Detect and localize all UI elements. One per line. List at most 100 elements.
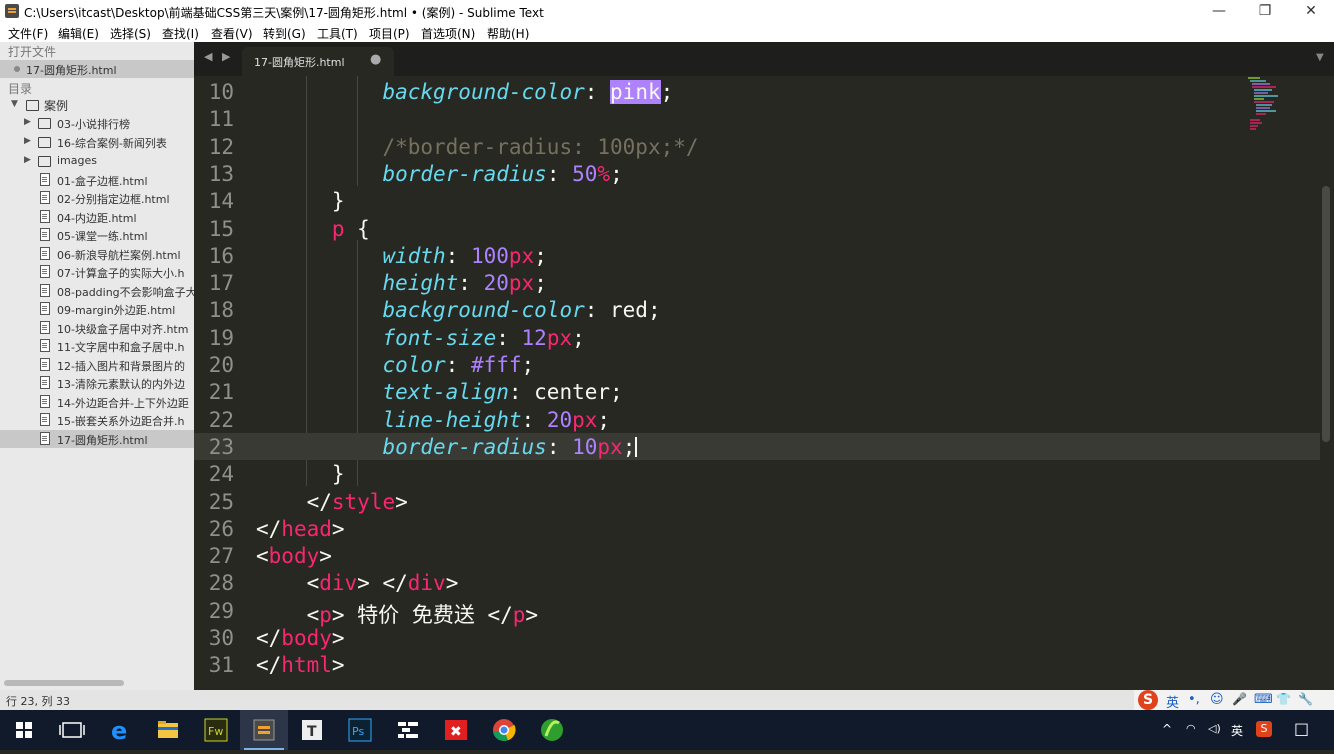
ime-voice-icon[interactable]: 🎤	[1232, 692, 1247, 706]
ime-skin-icon[interactable]: 👕	[1276, 692, 1291, 706]
folders-heading: 目录	[8, 82, 33, 96]
code-tool-taskbar-button[interactable]	[384, 710, 432, 750]
file-item[interactable]: 08-padding不会影响盒子大	[0, 282, 194, 300]
menu-tools[interactable]: 工具(T)	[317, 25, 358, 42]
minimap[interactable]	[1246, 76, 1286, 146]
xmind-taskbar-button[interactable]: ✖	[432, 710, 480, 750]
folder-item[interactable]: ▶ 03-小说排行榜	[0, 114, 194, 132]
folder-label: 03-小说排行榜	[57, 118, 130, 131]
menu-preferences[interactable]: 首选项(N)	[421, 25, 475, 42]
task-view-button[interactable]	[48, 710, 96, 750]
file-item[interactable]: 14-外边距合并-上下外边距	[0, 393, 194, 411]
file-item[interactable]: 15-嵌套关系外边距合并.h	[0, 411, 194, 429]
start-button[interactable]	[0, 710, 48, 750]
code-line[interactable]: 21 text-align: center;	[194, 378, 1320, 405]
code-line[interactable]: 31 </html>	[194, 651, 1320, 678]
typora-taskbar-button[interactable]: T	[288, 710, 336, 750]
code-line[interactable]: 29 <p> 特价 免费送 </p>	[194, 597, 1320, 627]
code-token: %	[597, 161, 611, 186]
code-line[interactable]: 22 line-height: 20px;	[194, 406, 1320, 433]
file-item[interactable]: 05-课堂一练.html	[0, 226, 194, 244]
code-line[interactable]: 17 height: 20px;	[194, 269, 1320, 296]
code-line[interactable]: 16 width: 100px;	[194, 242, 1320, 269]
code-line[interactable]: 13 border-radius: 50%;	[194, 160, 1320, 187]
file-item[interactable]: 09-margin外边距.html	[0, 300, 194, 318]
file-item[interactable]: 06-新浪导航栏案例.html	[0, 245, 194, 263]
text-caret	[635, 436, 638, 457]
tray-chevron-icon[interactable]: ^	[1162, 722, 1172, 736]
code-line[interactable]: 11	[194, 105, 1320, 132]
minimize-button[interactable]: —	[1196, 0, 1242, 22]
code-line[interactable]: 18 background-color: red;	[194, 296, 1320, 323]
tab-17-rounded-rect[interactable]: 17-圆角矩形.html ●	[242, 47, 394, 76]
tab-menu-icon[interactable]: ▼	[1316, 52, 1324, 63]
folder-item[interactable]: ▶ images	[0, 152, 194, 170]
chrome-taskbar-button[interactable]	[480, 710, 528, 750]
folder-item[interactable]: ▶ 16-综合案例-新闻列表	[0, 133, 194, 151]
open-file-label: 17-圆角矩形.html	[26, 64, 117, 77]
menu-help[interactable]: 帮助(H)	[487, 25, 529, 42]
volume-icon[interactable]: ◁)	[1208, 722, 1221, 735]
code-editor[interactable]: 10 background-color: pink; 11 12 /*border-…	[194, 76, 1334, 690]
line-number: 15	[208, 216, 234, 241]
code-line[interactable]: 20 color: #fff;	[194, 351, 1320, 378]
close-button[interactable]: ✕	[1288, 0, 1334, 22]
file-item[interactable]: 12-插入图片和背景图片的	[0, 356, 194, 374]
green-browser-taskbar-button[interactable]	[528, 710, 576, 750]
sidebar-scrollbar[interactable]	[4, 680, 124, 686]
editor-scrollbar[interactable]	[1322, 186, 1330, 442]
tray-lang[interactable]: 英	[1231, 722, 1243, 739]
tab-dirty-icon[interactable]: ●	[370, 52, 381, 67]
file-item-active[interactable]: 17-圆角矩形.html	[0, 430, 194, 448]
ime-mode[interactable]: 英	[1166, 692, 1179, 711]
ime-punct-icon[interactable]: •,	[1188, 692, 1200, 707]
code-line[interactable]: 25 </style>	[194, 488, 1320, 515]
notification-icon[interactable]: □	[1294, 719, 1309, 738]
tab-nav-arrows[interactable]: ◀ ▶	[204, 50, 233, 63]
menu-edit[interactable]: 编辑(E)	[58, 25, 99, 42]
file-explorer-taskbar-button[interactable]	[144, 710, 192, 750]
code-text: text-align: center;	[256, 380, 622, 404]
file-icon	[40, 265, 50, 278]
file-item[interactable]: 10-块级盒子居中对齐.htm	[0, 319, 194, 337]
menu-file[interactable]: 文件(F)	[8, 25, 48, 42]
menu-project[interactable]: 项目(P)	[369, 25, 410, 42]
menu-selection[interactable]: 选择(S)	[110, 25, 151, 42]
folder-root[interactable]: ▼ 案例	[0, 96, 194, 114]
code-line[interactable]: 10 background-color: pink;	[194, 78, 1320, 105]
tray-sogou-icon[interactable]: S	[1256, 721, 1272, 737]
code-line[interactable]: 30 </body>	[194, 624, 1320, 651]
code-line[interactable]: 26 </head>	[194, 515, 1320, 542]
ime-keyboard-icon[interactable]: ⌨	[1254, 692, 1273, 707]
code-line[interactable]: 12 /*border-radius: 100px;*/	[194, 133, 1320, 160]
maximize-button[interactable]: ❐	[1242, 0, 1288, 22]
file-item[interactable]: 13-清除元素默认的内外边	[0, 374, 194, 392]
code-token: line-height	[382, 407, 522, 432]
network-icon[interactable]: ◠	[1186, 722, 1196, 735]
code-line[interactable]: 28 <div> </div>	[194, 569, 1320, 596]
sublime-taskbar-button[interactable]	[240, 710, 288, 750]
code-line[interactable]: 19 font-size: 12px;	[194, 324, 1320, 351]
file-item[interactable]: 07-计算盒子的实际大小.h	[0, 263, 194, 281]
code-line[interactable]: 24 }	[194, 460, 1320, 487]
line-number: 29	[208, 598, 234, 623]
fireworks-taskbar-button[interactable]: Fw	[192, 710, 240, 750]
file-item[interactable]: 01-盒子边框.html	[0, 171, 194, 189]
code-line[interactable]: 23 border-radius: 10px;	[194, 432, 1320, 460]
menu-view[interactable]: 查看(V)	[211, 25, 253, 42]
code-line[interactable]: 15 p {	[194, 215, 1320, 242]
ime-settings-icon[interactable]: 🔧	[1298, 692, 1313, 706]
photoshop-taskbar-button[interactable]: Ps	[336, 710, 384, 750]
open-file-item[interactable]: 17-圆角矩形.html	[0, 60, 194, 78]
file-item[interactable]: 04-内边距.html	[0, 208, 194, 226]
code-line[interactable]: 14 }	[194, 187, 1320, 214]
edge-taskbar-button[interactable]: e	[96, 710, 144, 750]
menu-find[interactable]: 查找(I)	[162, 25, 199, 42]
file-item[interactable]: 11-文字居中和盒子居中.h	[0, 337, 194, 355]
sogou-logo-icon[interactable]: S	[1138, 690, 1158, 710]
code-token: :	[445, 353, 471, 377]
code-line[interactable]: 27 <body>	[194, 542, 1320, 569]
menu-goto[interactable]: 转到(G)	[263, 25, 306, 42]
file-item[interactable]: 02-分别指定边框.html	[0, 189, 194, 207]
ime-emoji-icon[interactable]: ☺	[1210, 692, 1224, 707]
